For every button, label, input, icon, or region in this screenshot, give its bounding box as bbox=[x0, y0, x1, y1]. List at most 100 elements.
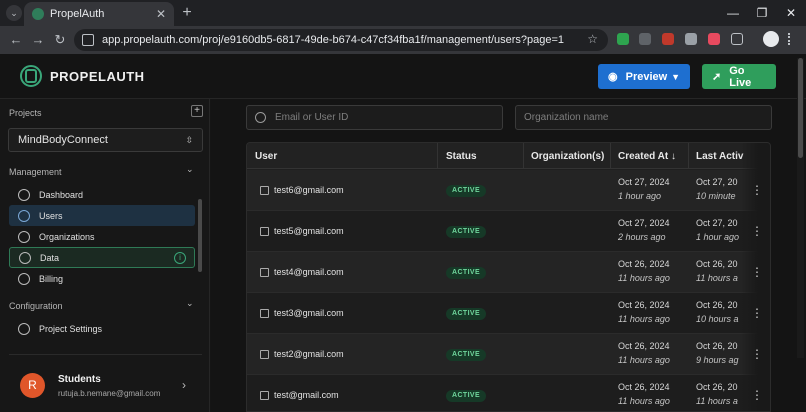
last-active-relative: 10 minute bbox=[696, 191, 736, 201]
email-search-input[interactable] bbox=[275, 112, 475, 123]
created-relative: 11 hours ago bbox=[618, 355, 670, 365]
configuration-heading: Configuration bbox=[9, 301, 63, 311]
last-active-date: Oct 26, 20 bbox=[696, 259, 738, 269]
sidebar-item-users[interactable]: Users bbox=[9, 205, 195, 226]
column-created-at[interactable]: Created At ↓ bbox=[618, 151, 676, 162]
avatar: R bbox=[20, 373, 45, 398]
user-email[interactable]: test2@gmail.com bbox=[274, 349, 344, 359]
copy-icon[interactable] bbox=[260, 186, 269, 195]
copy-icon[interactable] bbox=[260, 391, 269, 400]
red-extension-icon[interactable] bbox=[662, 33, 674, 45]
organization-search-field[interactable] bbox=[515, 105, 772, 130]
code-extension-icon[interactable] bbox=[639, 33, 651, 45]
organization-search-input[interactable] bbox=[524, 112, 724, 123]
last-active-date: Oct 27, 20 bbox=[696, 177, 738, 187]
info-icon[interactable]: i bbox=[174, 251, 186, 264]
table-row[interactable]: test4@gmail.com ACTIVE Oct 26, 2024 11 h… bbox=[247, 252, 770, 293]
user-email[interactable]: test@gmail.com bbox=[274, 390, 339, 400]
table-row[interactable]: test5@gmail.com ACTIVE Oct 27, 2024 2 ho… bbox=[247, 211, 770, 252]
user-email[interactable]: test6@gmail.com bbox=[274, 185, 344, 195]
organizations-icon bbox=[18, 230, 30, 243]
address-bar[interactable]: app.propelauth.com/proj/e9160db5-6817-49… bbox=[74, 29, 608, 51]
copy-icon[interactable] bbox=[260, 309, 269, 318]
browser-menu-icon[interactable] bbox=[788, 33, 792, 45]
row-menu-icon[interactable]: ⋮ bbox=[751, 184, 763, 196]
reload-icon[interactable]: ↻ bbox=[52, 32, 68, 48]
column-divider bbox=[523, 143, 524, 169]
close-tab-icon[interactable]: ✕ bbox=[156, 7, 166, 21]
extensions-puzzle-icon[interactable] bbox=[731, 33, 743, 45]
row-menu-icon[interactable]: ⋮ bbox=[751, 225, 763, 237]
rocket-icon: ➚ bbox=[712, 71, 722, 83]
last-active-relative: 10 hours a bbox=[696, 314, 739, 324]
bookmark-star-icon[interactable]: ☆ bbox=[587, 32, 598, 46]
selected-project: MindBodyConnect bbox=[18, 134, 108, 146]
propelauth-logo[interactable]: PROPELAUTH bbox=[20, 65, 145, 87]
notes-extension-icon[interactable] bbox=[685, 33, 697, 45]
grammarly-extension-icon[interactable] bbox=[617, 33, 629, 45]
bookmark-extension-icon[interactable] bbox=[708, 33, 720, 45]
chevron-updown-icon: ⇳ bbox=[185, 134, 193, 145]
row-menu-icon[interactable]: ⋮ bbox=[751, 266, 763, 278]
page-scrollbar-thumb[interactable] bbox=[798, 58, 803, 158]
sidebar-item-project-settings[interactable]: Project Settings bbox=[9, 318, 195, 339]
status-badge: ACTIVE bbox=[446, 185, 487, 197]
add-project-button[interactable]: + bbox=[191, 105, 203, 117]
table-row[interactable]: test3@gmail.com ACTIVE Oct 26, 2024 11 h… bbox=[247, 293, 770, 334]
column-status[interactable]: Status bbox=[446, 151, 477, 162]
sort-arrow-icon: ↓ bbox=[670, 151, 676, 162]
sidebar-item-label: Billing bbox=[39, 273, 64, 284]
user-email[interactable]: test4@gmail.com bbox=[274, 267, 344, 277]
column-divider bbox=[688, 143, 689, 169]
maximize-icon[interactable]: ❐ bbox=[753, 4, 771, 22]
sidebar-item-dashboard[interactable]: Dashboard bbox=[9, 184, 195, 205]
collapse-management-icon[interactable]: ⌄ bbox=[186, 164, 194, 175]
close-window-icon[interactable]: ✕ bbox=[782, 4, 800, 22]
column-user[interactable]: User bbox=[255, 151, 277, 162]
profile-avatar-icon[interactable] bbox=[763, 31, 779, 47]
column-divider bbox=[610, 143, 611, 169]
created-date: Oct 27, 2024 bbox=[618, 218, 670, 228]
chevron-down-icon: ▼ bbox=[671, 71, 680, 82]
row-menu-icon[interactable]: ⋮ bbox=[751, 307, 763, 319]
sidebar-item-organizations[interactable]: Organizations bbox=[9, 226, 195, 247]
brand-name: PROPELAUTH bbox=[50, 68, 145, 84]
sidebar-item-billing[interactable]: Billing bbox=[9, 268, 195, 289]
column-last-active[interactable]: Last Activ bbox=[696, 151, 743, 162]
created-date: Oct 26, 2024 bbox=[618, 382, 670, 392]
new-tab-button[interactable]: + bbox=[178, 4, 196, 22]
status-badge: ACTIVE bbox=[446, 267, 487, 279]
page-scrollbar[interactable] bbox=[797, 58, 804, 358]
site-info-icon[interactable] bbox=[82, 34, 94, 46]
management-heading: Management bbox=[9, 167, 62, 177]
copy-icon[interactable] bbox=[260, 227, 269, 236]
user-email[interactable]: test5@gmail.com bbox=[274, 226, 344, 236]
last-active-relative: 9 hours ag bbox=[696, 355, 739, 365]
go-live-button[interactable]: ➚ Go Live bbox=[702, 64, 776, 89]
table-row[interactable]: test6@gmail.com ACTIVE Oct 27, 2024 1 ho… bbox=[247, 170, 770, 211]
back-icon[interactable]: ← bbox=[8, 32, 24, 48]
last-active-relative: 1 hour ago bbox=[696, 232, 740, 242]
sidebar-scrollbar[interactable] bbox=[198, 199, 202, 272]
copy-icon[interactable] bbox=[260, 268, 269, 277]
status-badge: ACTIVE bbox=[446, 226, 487, 238]
email-search-field[interactable] bbox=[246, 105, 503, 130]
project-selector[interactable]: MindBodyConnect ⇳ bbox=[8, 128, 203, 152]
table-row[interactable]: test@gmail.com ACTIVE Oct 26, 2024 11 ho… bbox=[247, 375, 770, 411]
forward-icon[interactable]: → bbox=[30, 32, 46, 48]
sidebar-item-data[interactable]: Data i bbox=[9, 247, 195, 268]
preview-button[interactable]: ◉ Preview ▼ bbox=[598, 64, 690, 89]
browser-tab[interactable]: PropelAuth ✕ bbox=[24, 2, 174, 26]
row-menu-icon[interactable]: ⋮ bbox=[751, 348, 763, 360]
created-date: Oct 27, 2024 bbox=[618, 177, 670, 187]
tab-search-icon[interactable]: ⌄ bbox=[6, 5, 22, 21]
sidebar-divider bbox=[9, 354, 202, 355]
minimize-icon[interactable]: — bbox=[724, 4, 742, 22]
table-row[interactable]: test2@gmail.com ACTIVE Oct 26, 2024 11 h… bbox=[247, 334, 770, 375]
collapse-configuration-icon[interactable]: ⌄ bbox=[186, 298, 194, 309]
column-organizations[interactable]: Organization(s) bbox=[531, 151, 604, 162]
row-menu-icon[interactable]: ⋮ bbox=[751, 389, 763, 401]
user-email[interactable]: test3@gmail.com bbox=[274, 308, 344, 318]
copy-icon[interactable] bbox=[260, 350, 269, 359]
app-header: PROPELAUTH ◉ Preview ▼ ➚ Go Live bbox=[0, 54, 806, 99]
